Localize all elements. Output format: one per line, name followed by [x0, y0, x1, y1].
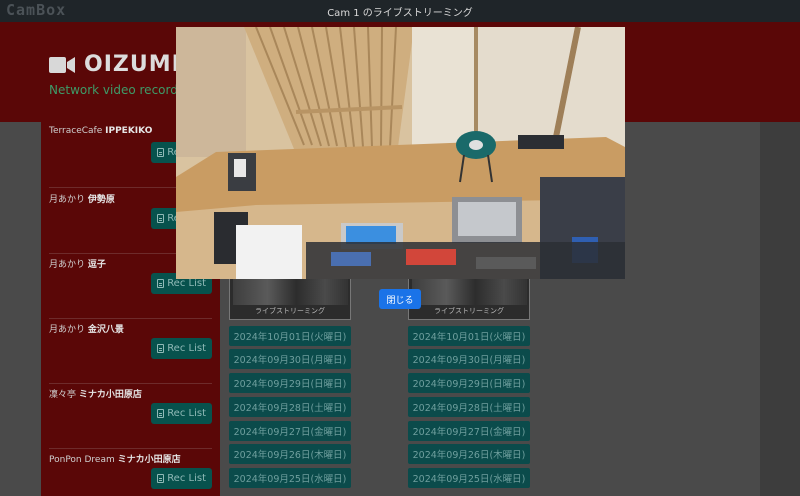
- site-name: 月あかり 金沢八景: [49, 325, 124, 335]
- document-icon: [157, 474, 165, 483]
- site-name: 月あかり 逗子: [49, 260, 106, 270]
- navbar: CamBox Cam 1 のライブストリーミング: [0, 0, 800, 22]
- recording-date-button[interactable]: 2024年10月01日(火曜日): [229, 326, 351, 346]
- site-name: 凜々亭 ミナカ小田原店: [49, 390, 142, 400]
- recording-date-button[interactable]: 2024年09月27日(金曜日): [408, 421, 530, 441]
- close-modal-button[interactable]: 閉じる: [379, 289, 421, 309]
- camera-feed-image: [176, 27, 625, 279]
- rec-list-button[interactable]: Rec List: [151, 338, 212, 359]
- video-camera-icon: [49, 57, 75, 73]
- recording-date-button[interactable]: 2024年09月28日(土曜日): [229, 397, 351, 417]
- page-title: OIZUMI: [84, 52, 181, 77]
- thumbnail-caption: ライブストリーミング: [255, 307, 325, 315]
- sidebar-site-item: 月あかり 金沢八景 Rec List: [49, 318, 212, 384]
- live-stream-video[interactable]: [176, 27, 625, 279]
- camera-preview-image: [233, 279, 348, 305]
- live-stream-thumbnail[interactable]: ライブストリーミング: [408, 278, 530, 320]
- live-stream-thumbnail[interactable]: ライブストリーミング: [229, 278, 351, 320]
- recording-date-button[interactable]: 2024年09月25日(水曜日): [408, 468, 530, 488]
- recording-date-button[interactable]: 2024年09月25日(水曜日): [229, 468, 351, 488]
- document-icon: [157, 344, 165, 353]
- site-name: 月あかり 伊勢原: [49, 195, 115, 205]
- recording-date-button[interactable]: 2024年09月29日(日曜日): [408, 373, 530, 393]
- recording-date-button[interactable]: 2024年09月26日(木曜日): [408, 444, 530, 464]
- page-tagline: Network video recorde: [49, 83, 186, 97]
- thumbnail-caption: ライブストリーミング: [434, 307, 504, 315]
- right-panel: [760, 122, 800, 496]
- recording-date-button[interactable]: 2024年09月29日(日曜日): [229, 373, 351, 393]
- document-icon: [157, 214, 165, 223]
- camera-preview-image: [412, 279, 527, 305]
- sidebar-site-item: 凜々亭 ミナカ小田原店 Rec List: [49, 383, 212, 449]
- document-icon: [157, 148, 165, 157]
- document-icon: [157, 409, 165, 418]
- recording-date-button[interactable]: 2024年10月01日(火曜日): [408, 326, 530, 346]
- rec-list-button[interactable]: Rec List: [151, 468, 212, 489]
- recording-date-button[interactable]: 2024年09月27日(金曜日): [229, 421, 351, 441]
- brand-logo[interactable]: CamBox: [6, 1, 66, 19]
- recording-date-button[interactable]: 2024年09月28日(土曜日): [408, 397, 530, 417]
- rec-list-button[interactable]: Rec List: [151, 403, 212, 424]
- site-name: PonPon Dream ミナカ小田原店: [49, 455, 181, 465]
- recording-date-button[interactable]: 2024年09月26日(木曜日): [229, 444, 351, 464]
- sidebar-site-item: PonPon Dream ミナカ小田原店 Rec List: [49, 448, 212, 496]
- modal-title: Cam 1 のライブストリーミング: [327, 7, 473, 19]
- recording-date-button[interactable]: 2024年09月30日(月曜日): [408, 349, 530, 369]
- recording-date-button[interactable]: 2024年09月30日(月曜日): [229, 349, 351, 369]
- document-icon: [157, 279, 165, 288]
- site-name: TerraceCafe IPPEKIKO: [49, 126, 153, 136]
